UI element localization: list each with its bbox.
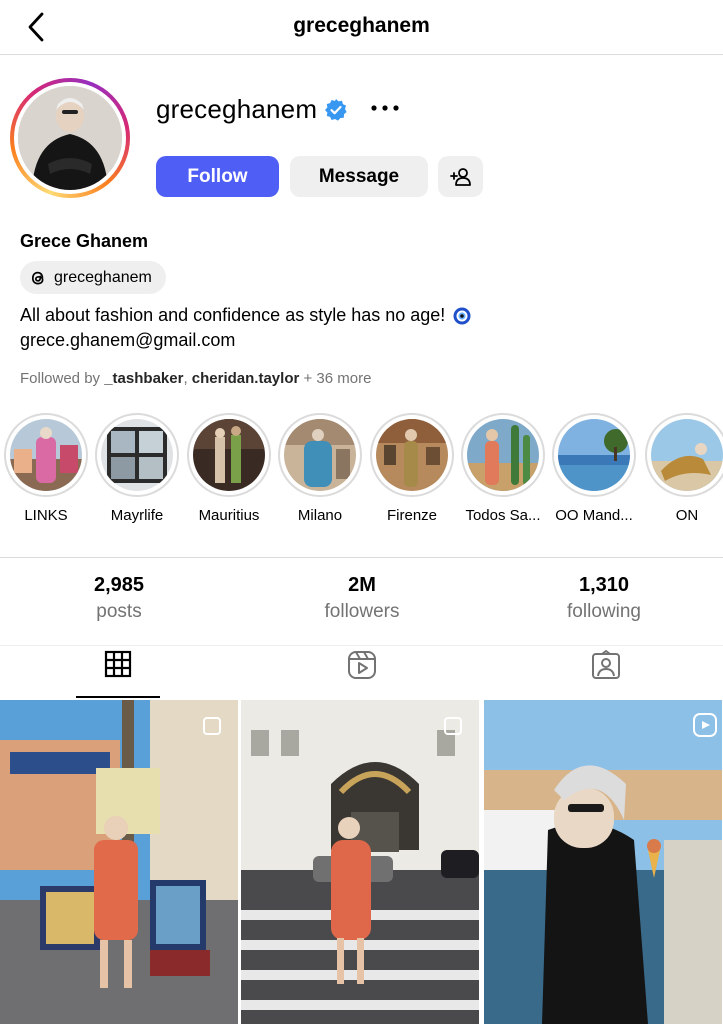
active-tab-indicator bbox=[76, 696, 160, 698]
profile-avatar[interactable] bbox=[10, 78, 130, 198]
highlight-cover bbox=[558, 419, 630, 491]
highlight-firenze[interactable]: Firenze bbox=[367, 413, 457, 524]
highlight-todos-santos[interactable]: Todos Sa... bbox=[458, 413, 548, 524]
tab-reels[interactable] bbox=[320, 650, 404, 696]
post-thumbnail[interactable] bbox=[484, 700, 722, 1024]
highlight-cover bbox=[193, 419, 265, 491]
highlight-cover bbox=[284, 419, 356, 491]
post-thumbnail[interactable] bbox=[241, 700, 479, 1024]
profile-full-name: Grece Ghanem bbox=[20, 231, 149, 251]
threads-link[interactable]: greceghanem bbox=[20, 261, 166, 294]
posts-count[interactable]: 2,985 posts bbox=[19, 574, 219, 623]
profile-username: greceghanem bbox=[156, 94, 318, 124]
highlight-cover bbox=[376, 419, 448, 491]
post-thumbnail[interactable] bbox=[0, 700, 238, 1024]
followers-count[interactable]: 2M followers bbox=[262, 574, 462, 623]
highlight-label: ON bbox=[675, 507, 699, 524]
tab-posts-grid[interactable] bbox=[76, 650, 160, 696]
bio-email[interactable]: grece.ghanem@gmail.com bbox=[20, 328, 471, 353]
suggest-users-button[interactable] bbox=[438, 156, 483, 197]
highlight-label: Milano bbox=[297, 507, 343, 524]
highlight-oo-mandarin[interactable]: OO Mand... bbox=[549, 413, 639, 524]
followed-by[interactable]: Followed by _tashbaker, cheridan.taylor … bbox=[20, 370, 371, 387]
profile-bio: All about fashion and confidence as styl… bbox=[20, 303, 471, 353]
highlight-mayrlife[interactable]: Mayrlife bbox=[92, 413, 182, 524]
verified-badge-icon bbox=[325, 99, 347, 121]
following-count[interactable]: 1,310 following bbox=[504, 574, 704, 623]
message-button[interactable]: Message bbox=[290, 156, 428, 197]
highlight-label: Mayrlife bbox=[110, 507, 164, 524]
highlight-cover bbox=[101, 419, 173, 491]
highlight-label: Todos Sa... bbox=[465, 507, 541, 524]
threads-icon bbox=[31, 271, 44, 284]
more-options-icon[interactable] bbox=[368, 96, 402, 120]
bio-text: All about fashion and confidence as styl… bbox=[20, 305, 446, 325]
page-title: greceghanem bbox=[293, 14, 430, 37]
divider bbox=[0, 557, 723, 558]
highlight-label: Firenze bbox=[386, 507, 438, 524]
avatar-image bbox=[18, 86, 122, 190]
reels-icon bbox=[348, 651, 376, 679]
highlight-links[interactable]: LINKS bbox=[1, 413, 91, 524]
highlight-cover bbox=[651, 419, 723, 491]
highlight-mauritius[interactable]: Mauritius bbox=[184, 413, 274, 524]
highlight-cover bbox=[467, 419, 539, 491]
highlight-on[interactable]: ON bbox=[642, 413, 723, 524]
highlight-label: LINKS bbox=[24, 507, 68, 524]
highlight-cover bbox=[10, 419, 82, 491]
highlight-label: Mauritius bbox=[198, 507, 260, 524]
followed-by-user[interactable]: _tashbaker bbox=[104, 370, 183, 387]
add-person-icon bbox=[449, 167, 471, 186]
highlight-label: OO Mand... bbox=[555, 507, 633, 524]
followed-by-user[interactable]: cheridan.taylor bbox=[192, 370, 300, 387]
follow-button[interactable]: Follow bbox=[156, 156, 279, 197]
story-highlights: LINKS Mayrlife Mauritius Milano Firenze … bbox=[0, 413, 723, 533]
grid-icon bbox=[104, 650, 132, 678]
tab-tagged[interactable] bbox=[564, 650, 648, 696]
highlight-milano[interactable]: Milano bbox=[275, 413, 365, 524]
tagged-icon bbox=[592, 650, 620, 679]
top-bar: greceghanem bbox=[0, 0, 723, 55]
divider bbox=[0, 645, 723, 646]
threads-handle: greceghanem bbox=[54, 268, 152, 286]
evil-eye-emoji-icon bbox=[453, 307, 471, 324]
